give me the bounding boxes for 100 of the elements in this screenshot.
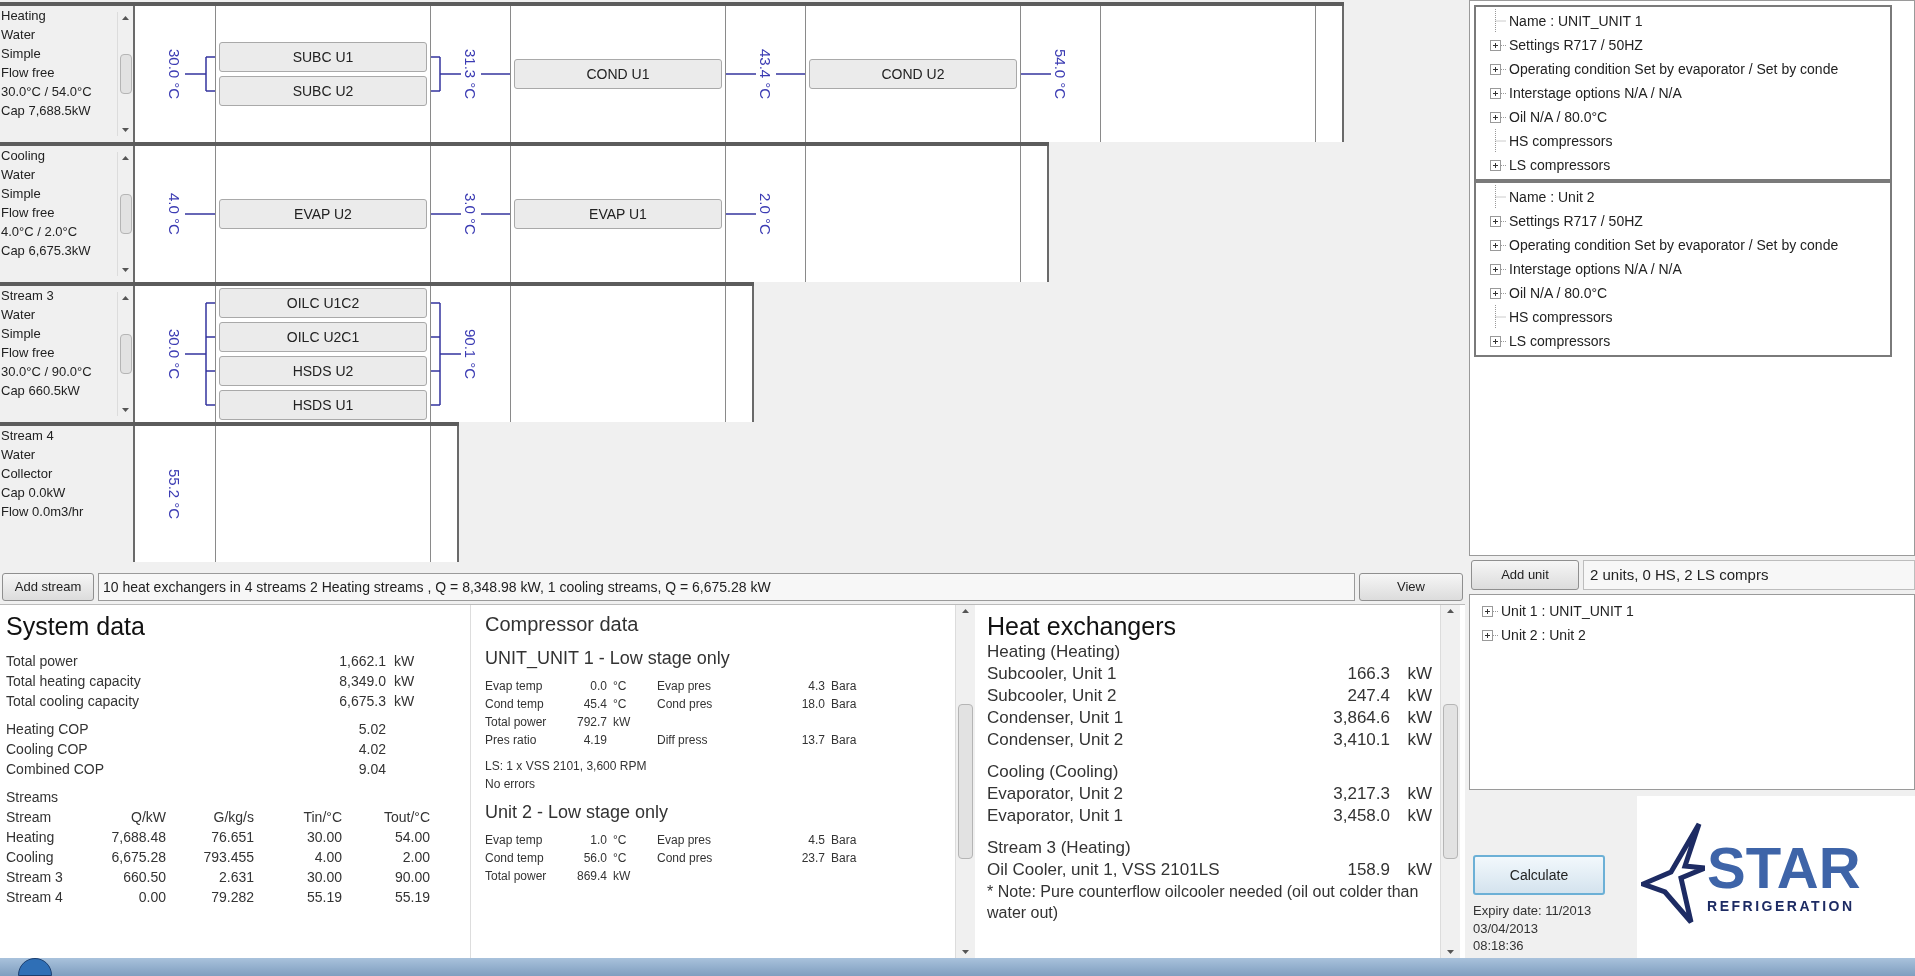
exchanger-button[interactable]: EVAP U1 <box>514 199 722 229</box>
scroll-down-icon[interactable] <box>122 128 129 132</box>
unit-label: Bara <box>831 851 857 865</box>
expand-icon[interactable] <box>1490 63 1506 75</box>
tree-item[interactable]: Name : Unit 2 <box>1509 186 1595 208</box>
exchanger-button[interactable]: COND U1 <box>514 59 722 89</box>
column-header: Q/kW <box>130 808 166 827</box>
logo-tagline: REFRIGERATION <box>1707 897 1855 915</box>
data-value: 13.7 <box>800 732 825 749</box>
expand-icon[interactable] <box>1490 263 1506 275</box>
expand-icon[interactable] <box>1490 215 1506 227</box>
table-cell-text: Stream 4 <box>6 888 64 907</box>
temperature-label: 3.0 °C <box>461 193 480 235</box>
table-cell-text: 30.00 <box>305 868 342 887</box>
table-cell-text: 4.00 <box>313 848 342 867</box>
expand-icon[interactable] <box>1490 287 1506 299</box>
scrollbar-thumb[interactable] <box>119 334 132 374</box>
summary-field: 10 heat exchangers in 4 streams 2 Heating streams , Q = 8,348.98 kW, 1 cooling streams, Q = 6,675.28 kW <box>98 573 1355 601</box>
scrollbar[interactable] <box>955 605 975 958</box>
connector-drawing <box>726 73 756 75</box>
tree-item[interactable]: Oil N/A / 80.0°C <box>1509 282 1608 304</box>
note-text: * Note: Pure counterflow oilcooler needed (oil out colder than water out) <box>987 882 1420 923</box>
table-cell-text: 54.00 <box>393 828 430 847</box>
exchanger-button[interactable]: SUBC U2 <box>219 76 427 106</box>
expand-icon[interactable] <box>1490 239 1506 251</box>
tree-item[interactable]: Unit 2 : Unit 2 <box>1501 624 1586 646</box>
unit-label: Bara <box>831 679 857 693</box>
expand-icon[interactable] <box>1482 629 1498 641</box>
scrollbar-thumb[interactable] <box>1443 703 1458 860</box>
view-button[interactable]: View <box>1359 573 1463 601</box>
add-unit-button[interactable]: Add unit <box>1471 560 1579 590</box>
stream-info-text: Water <box>1 26 37 44</box>
expand-icon[interactable] <box>1490 39 1506 51</box>
unit-label: kW <box>394 652 415 671</box>
scroll-down-icon[interactable] <box>122 408 129 412</box>
scroll-up-icon[interactable] <box>122 156 129 160</box>
tree-item[interactable]: HS compressors <box>1509 306 1613 328</box>
calculate-button[interactable]: Calculate <box>1473 855 1605 895</box>
expand-icon[interactable] <box>1490 87 1506 99</box>
scrollbar-thumb[interactable] <box>958 703 973 860</box>
time-text: 08:18:36 <box>1473 937 1525 954</box>
scroll-up-icon[interactable] <box>962 609 969 613</box>
scrollbar-thumb[interactable] <box>119 194 132 234</box>
expand-icon[interactable] <box>1490 335 1506 347</box>
exchanger-button[interactable]: EVAP U2 <box>219 199 427 229</box>
scroll-down-icon[interactable] <box>1447 950 1454 954</box>
expand-icon[interactable] <box>1490 159 1506 171</box>
exchanger-button[interactable]: HSDS U1 <box>219 390 427 420</box>
tree-item[interactable]: Oil N/A / 80.0°C <box>1509 106 1608 128</box>
data-label: Cond pres <box>657 696 714 713</box>
data-label: Cond temp <box>485 696 545 713</box>
stream-info-text: Simple <box>1 325 42 343</box>
group-heading: Cooling (Cooling) <box>987 761 1120 783</box>
tree-item[interactable]: LS compressors <box>1509 154 1611 176</box>
data-value: 792.7 <box>575 714 607 731</box>
scroll-up-icon[interactable] <box>1447 609 1454 613</box>
exchanger-name: Oil Cooler, unit 1, VSS 2101LS <box>987 859 1221 881</box>
tree-item[interactable]: Operating condition Set by evaporator / Set by conde <box>1509 234 1839 256</box>
scrollbar[interactable] <box>1440 605 1460 958</box>
tree-item[interactable]: Operating condition Set by evaporator / Set by conde <box>1509 58 1839 80</box>
scroll-down-icon[interactable] <box>122 268 129 272</box>
temperature-label: 43.4 °C <box>756 48 775 100</box>
tree-item[interactable]: Interstage options N/A / N/A <box>1509 258 1682 280</box>
date-text: 03/04/2013 <box>1473 920 1540 937</box>
stream-info-text: Flow free <box>1 204 56 222</box>
tree-item[interactable]: Unit 1 : UNIT_UNIT 1 <box>1501 600 1634 622</box>
tree-item[interactable]: Settings R717 / 50HZ <box>1509 34 1643 56</box>
exchanger-button[interactable]: HSDS U2 <box>219 356 427 386</box>
temperature-label: 30.0 °C <box>165 48 184 100</box>
scrollbar-thumb[interactable] <box>119 54 132 94</box>
exchanger-button[interactable]: COND U2 <box>809 59 1017 89</box>
data-value: 4.3 <box>807 678 825 695</box>
exchanger-button[interactable]: SUBC U1 <box>219 42 427 72</box>
tree-item[interactable]: Settings R717 / 50HZ <box>1509 210 1643 232</box>
tree-item[interactable]: LS compressors <box>1509 330 1611 352</box>
scroll-up-icon[interactable] <box>122 16 129 20</box>
expand-icon[interactable] <box>1490 111 1506 123</box>
unit-label: °C <box>613 679 627 693</box>
exchanger-button[interactable]: OILC U1C2 <box>219 288 427 318</box>
temperature-label: 2.0 °C <box>756 193 775 235</box>
add-stream-button[interactable]: Add stream <box>2 573 94 601</box>
unit-label: Bara <box>831 733 857 747</box>
exchanger-name: Condenser, Unit 1 <box>987 707 1125 729</box>
scroll-down-icon[interactable] <box>962 950 969 954</box>
exchanger-button[interactable]: OILC U2C1 <box>219 322 427 352</box>
stream-info-text: Cap 7,688.5kW <box>1 102 92 120</box>
unit-label: °C <box>613 851 627 865</box>
table-cell-text: Heating <box>6 828 56 847</box>
tree-item[interactable]: Interstage options N/A / N/A <box>1509 82 1682 104</box>
data-value: 3,458.0 <box>1332 805 1390 827</box>
unit-label: kW <box>394 672 415 691</box>
data-label: Total power <box>6 652 79 671</box>
start-button-icon[interactable] <box>18 958 52 976</box>
stream-info-text: Simple <box>1 45 42 63</box>
table-cell-text: 6,675.28 <box>110 848 166 867</box>
tree-item[interactable]: Name : UNIT_UNIT 1 <box>1509 10 1643 32</box>
stream-info-text: Stream 3 <box>1 287 55 305</box>
tree-item[interactable]: HS compressors <box>1509 130 1613 152</box>
expand-icon[interactable] <box>1482 605 1498 617</box>
scroll-up-icon[interactable] <box>122 296 129 300</box>
